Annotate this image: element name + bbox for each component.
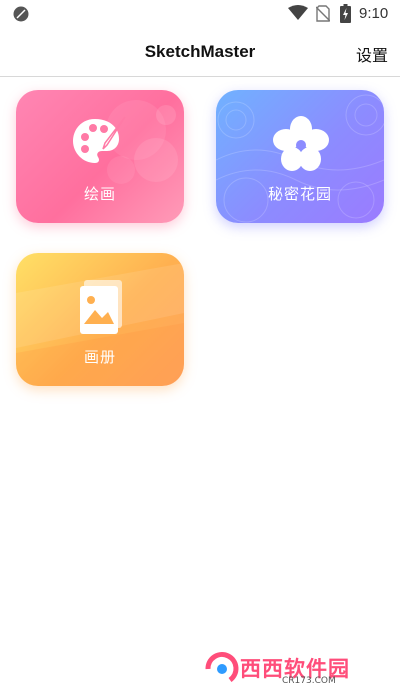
watermark-site: CR173.COM: [282, 676, 336, 686]
header-divider: [0, 76, 400, 77]
palette-icon: [73, 116, 126, 163]
secret-garden-card[interactable]: 秘密花园: [216, 90, 384, 223]
app-bar: SketchMaster 设置: [0, 28, 400, 76]
leaf-icon: [13, 6, 29, 22]
status-time: 9:10: [359, 5, 389, 22]
page-title: SketchMaster: [144, 42, 256, 61]
no-sim-icon: [316, 5, 330, 22]
drawing-card[interactable]: 绘画: [16, 90, 184, 223]
wifi-icon: [288, 5, 308, 20]
settings-button[interactable]: 设置: [356, 42, 388, 66]
flower-icon: [273, 116, 329, 171]
album-card-label: 画册: [83, 349, 116, 366]
watermark-logo: 西西软件园 CR173.COM: [200, 649, 376, 689]
drawing-card-label: 绘画: [83, 186, 116, 203]
album-icon: [80, 280, 122, 334]
album-card[interactable]: 画册: [16, 253, 184, 386]
status-bar: 9:10: [0, 0, 400, 28]
battery-charging-icon: [340, 4, 351, 23]
secret-garden-card-label: 秘密花园: [267, 186, 332, 203]
